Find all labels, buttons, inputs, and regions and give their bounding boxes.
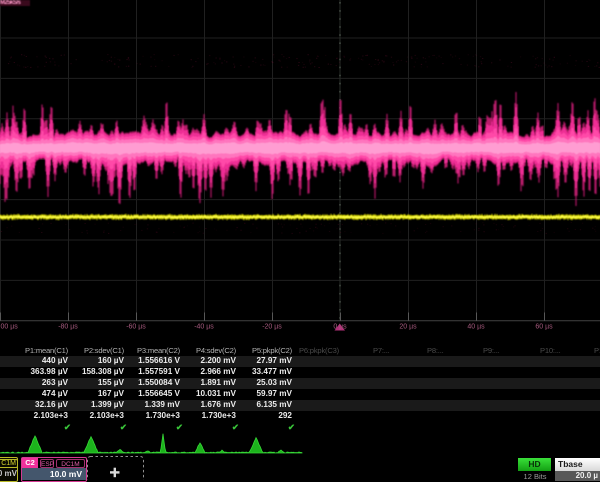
svg-text:40 µs: 40 µs <box>467 324 485 331</box>
svg-text:60 µs: 60 µs <box>535 324 553 331</box>
svg-text:-40 µs: -40 µs <box>194 324 214 331</box>
svg-text:-80 µs: -80 µs <box>58 324 78 331</box>
svg-text:20 µs: 20 µs <box>399 324 417 331</box>
svg-text:-20 µs: -20 µs <box>262 324 282 331</box>
svg-text:00 µs: 00 µs <box>1 324 19 331</box>
svg-text:0 µs: 0 µs <box>333 324 347 331</box>
svg-text:-60 µs: -60 µs <box>126 324 146 331</box>
